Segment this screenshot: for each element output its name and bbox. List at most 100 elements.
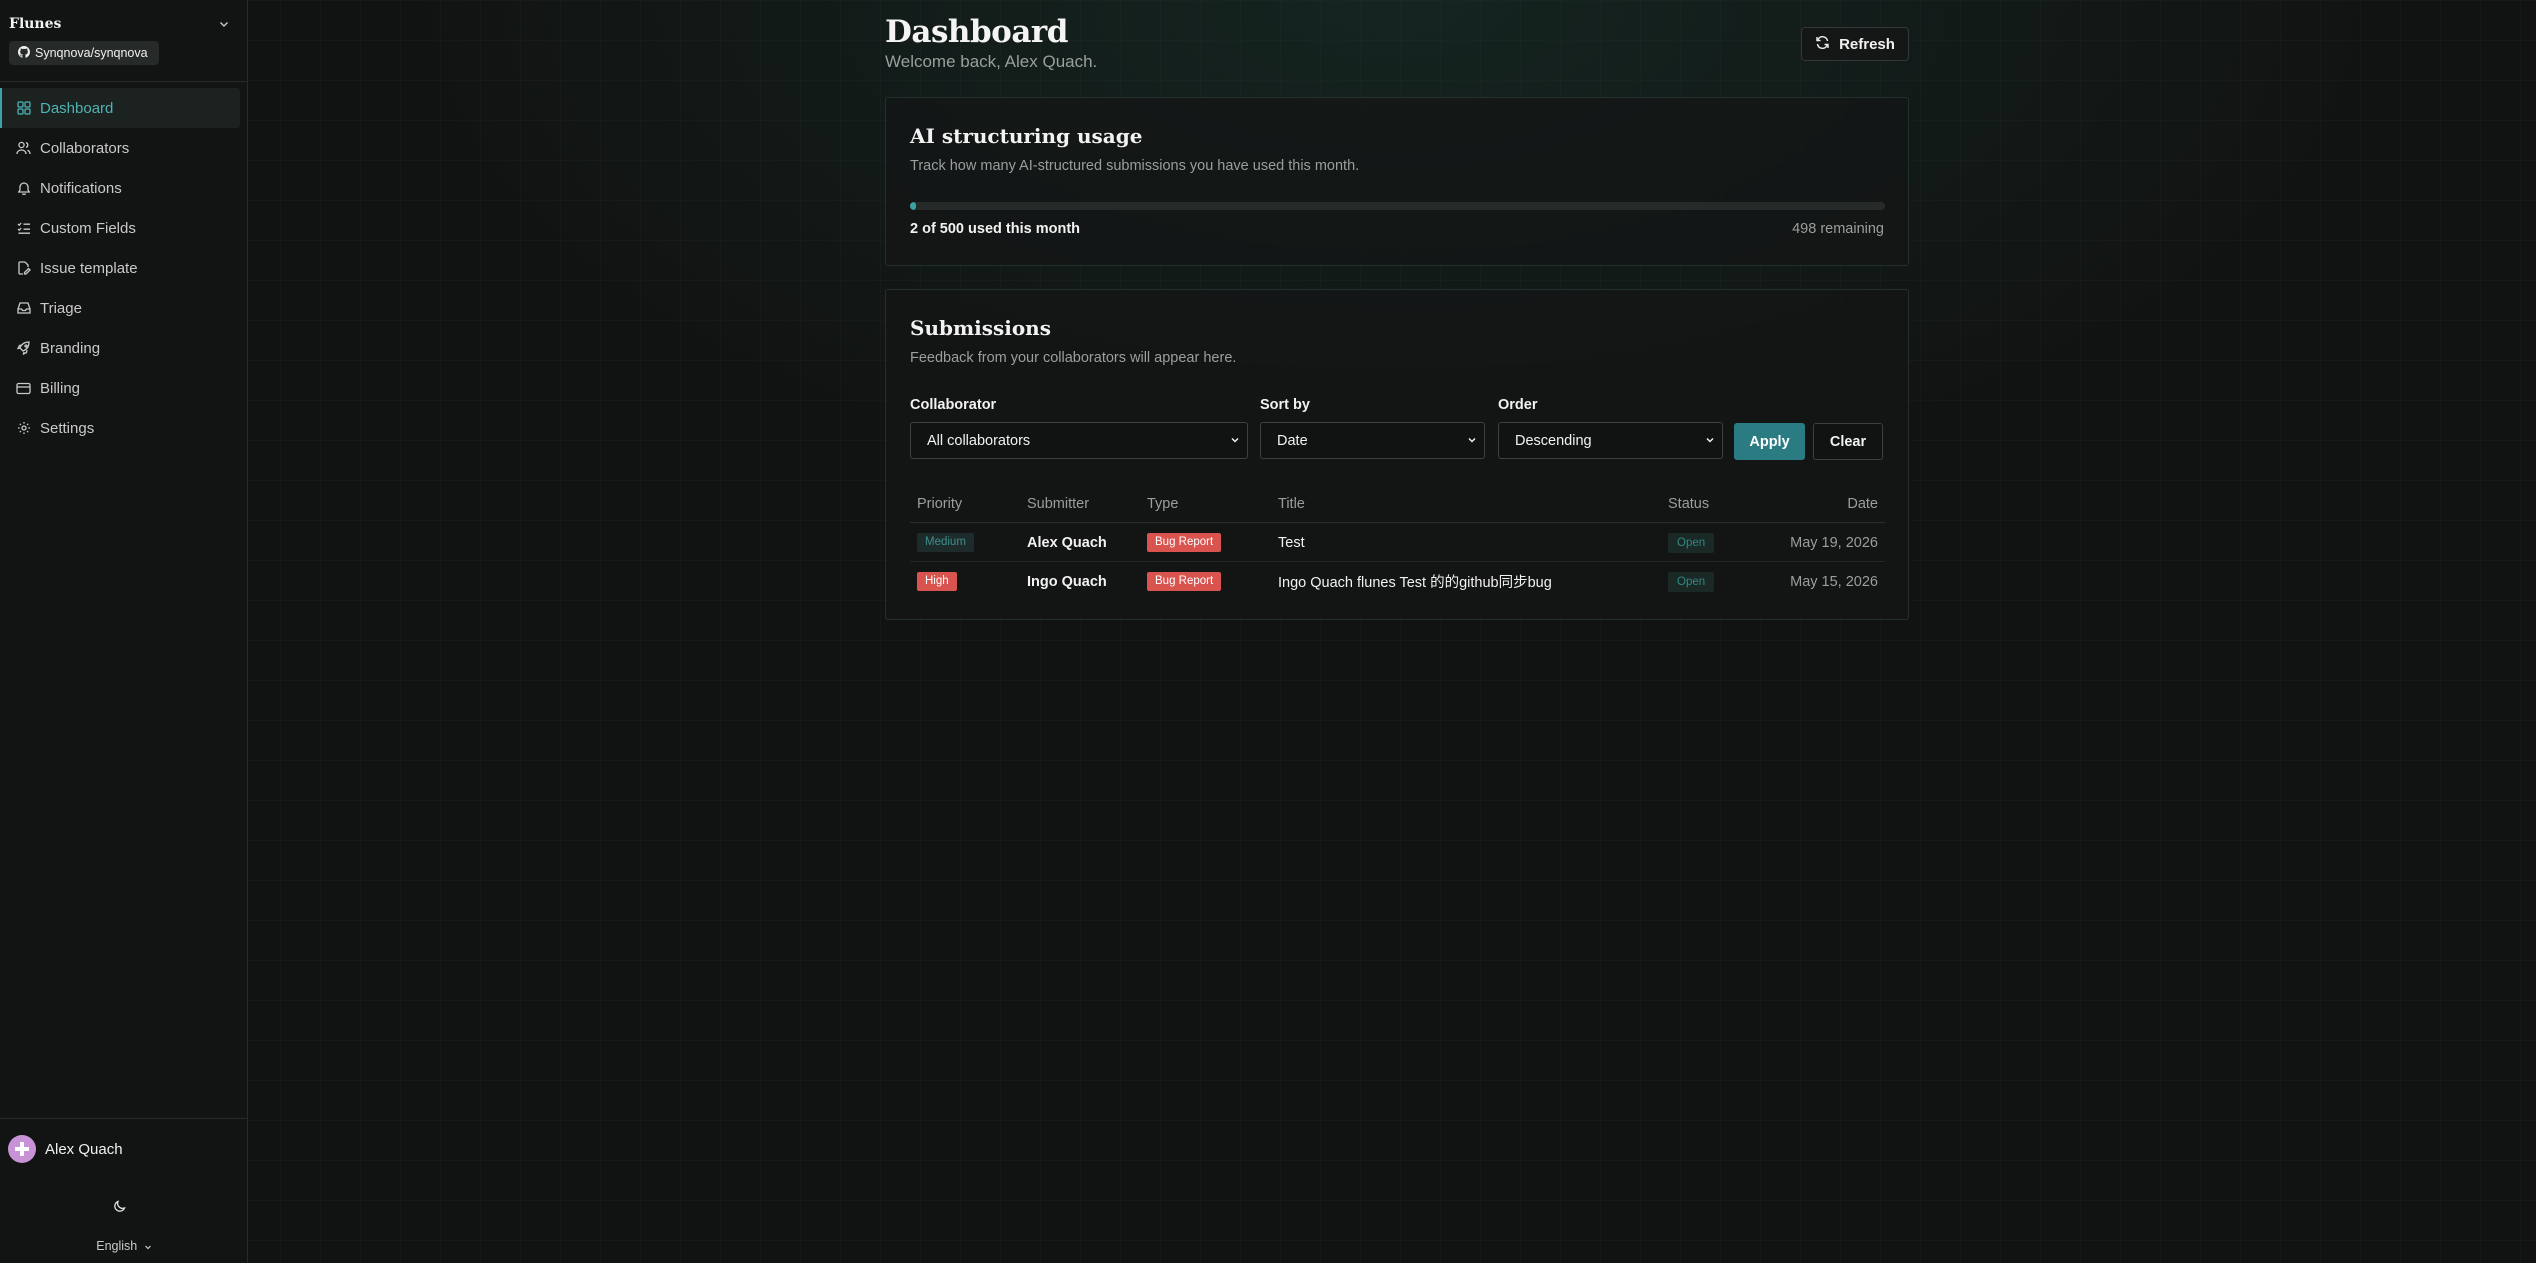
refresh-button[interactable]: Refresh	[1801, 27, 1909, 61]
submissions-description: Feedback from your collaborators will ap…	[910, 350, 1237, 366]
language-label: English	[96, 1239, 138, 1253]
sort-by-select[interactable]: Date	[1260, 422, 1485, 459]
column-header-priority: Priority	[917, 496, 963, 512]
column-header-date: Date	[1847, 496, 1878, 512]
sidebar-item-label: Settings	[40, 419, 95, 437]
inbox-icon	[16, 301, 31, 316]
sidebar-item-custom-fields[interactable]: Custom Fields	[0, 208, 240, 248]
priority-badge: High	[917, 571, 957, 592]
sort-by-select-value: Date	[1277, 432, 1308, 449]
apply-button[interactable]: Apply	[1734, 423, 1805, 460]
repo-badge[interactable]: Synqnova/synqnova	[9, 41, 159, 65]
user-menu[interactable]: Alex Quach	[8, 1135, 123, 1163]
github-icon	[18, 45, 30, 61]
list-checks-icon	[16, 221, 31, 236]
title-cell: Test	[1278, 534, 1305, 551]
chevron-down-icon	[144, 1240, 152, 1254]
brand-name: Flunes	[9, 16, 62, 32]
collaborator-select[interactable]: All collaborators	[910, 422, 1248, 459]
sidebar-item-label: Custom Fields	[40, 219, 136, 237]
language-selector[interactable]: English	[0, 1239, 248, 1254]
title-cell: Ingo Quach flunes Test 的的github同步bug	[1278, 575, 1552, 591]
sidebar-item-label: Branding	[40, 339, 101, 357]
sidebar-item-label: Triage	[40, 299, 82, 317]
chevron-down-icon	[1467, 433, 1477, 449]
chevron-down-icon	[1230, 433, 1240, 449]
submitter-cell: Ingo Quach	[1027, 573, 1107, 590]
submitter-cell: Alex Quach	[1027, 534, 1107, 551]
submissions-table: Priority Submitter Type Title Status Dat…	[910, 485, 1885, 601]
sidebar-item-notifications[interactable]: Notifications	[0, 168, 240, 208]
grid-icon	[16, 101, 31, 116]
chevron-down-icon[interactable]	[217, 17, 231, 31]
priority-cell: Medium	[917, 523, 974, 562]
type-cell: Bug Report	[1147, 523, 1222, 562]
divider	[0, 81, 248, 82]
rocket-icon	[16, 341, 31, 356]
sidebar-item-dashboard[interactable]: Dashboard	[0, 88, 240, 128]
column-header-type: Type	[1147, 496, 1179, 512]
order-select-value: Descending	[1515, 432, 1592, 449]
page-title: Dashboard	[885, 14, 1068, 50]
refresh-label: Refresh	[1839, 35, 1895, 53]
sidebar-item-label: Collaborators	[40, 139, 130, 157]
sidebar-item-label: Issue template	[40, 259, 138, 277]
usage-progress-fill	[910, 202, 916, 210]
sidebar: Flunes Synqnova/synqnova Dashboard Colla…	[0, 0, 248, 1263]
usage-description: Track how many AI-structured submissions…	[910, 158, 1360, 174]
order-label: Order	[1498, 397, 1538, 413]
file-edit-icon	[16, 261, 31, 276]
sidebar-item-label: Billing	[40, 379, 81, 397]
credit-card-icon	[16, 381, 31, 396]
type-cell: Bug Report	[1147, 562, 1222, 601]
sidebar-item-label: Dashboard	[40, 99, 114, 117]
submissions-title: Submissions	[910, 316, 1051, 340]
usage-title: AI structuring usage	[910, 124, 1143, 148]
usage-count: 2 of 500 used this month	[910, 221, 1080, 237]
status-badge: Open	[1668, 532, 1715, 553]
users-icon	[16, 141, 31, 156]
avatar	[8, 1135, 36, 1163]
repo-name: Synqnova/synqnova	[35, 46, 148, 60]
welcome-text: Welcome back, Alex Quach.	[885, 52, 1098, 71]
table-header: Priority Submitter Type Title Status Dat…	[910, 485, 1885, 523]
sidebar-item-issue-template[interactable]: Issue template	[0, 248, 240, 288]
collaborator-select-value: All collaborators	[927, 432, 1031, 449]
collaborator-filter-label: Collaborator	[910, 397, 997, 413]
order-select[interactable]: Descending	[1498, 422, 1723, 459]
sidebar-item-settings[interactable]: Settings	[0, 408, 240, 448]
column-header-submitter: Submitter	[1027, 496, 1090, 512]
sidebar-item-collaborators[interactable]: Collaborators	[0, 128, 240, 168]
type-badge: Bug Report	[1147, 571, 1222, 592]
user-name: Alex Quach	[45, 1140, 123, 1158]
column-header-status: Status	[1668, 496, 1710, 512]
table-row[interactable]: Medium Alex Quach Bug Report Test Open M…	[910, 523, 1885, 562]
type-badge: Bug Report	[1147, 532, 1222, 553]
usage-remaining: 498 remaining	[1792, 221, 1884, 237]
clear-button[interactable]: Clear	[1813, 423, 1883, 460]
refresh-icon	[1815, 35, 1830, 54]
sort-by-label: Sort by	[1260, 397, 1310, 413]
gear-icon	[16, 421, 31, 436]
sidebar-item-billing[interactable]: Billing	[0, 368, 240, 408]
usage-card: AI structuring usage Track how many AI-s…	[885, 97, 1909, 266]
sidebar-item-branding[interactable]: Branding	[0, 328, 240, 368]
moon-icon[interactable]	[111, 1197, 129, 1215]
priority-cell: High	[917, 562, 957, 601]
table-row[interactable]: High Ingo Quach Bug Report Ingo Quach fl…	[910, 562, 1885, 601]
submissions-card: Submissions Feedback from your collabora…	[885, 289, 1909, 620]
status-badge: Open	[1668, 571, 1715, 592]
sidebar-item-label: Notifications	[40, 179, 122, 197]
divider	[0, 1118, 248, 1119]
bell-icon	[16, 181, 31, 196]
sidebar-item-triage[interactable]: Triage	[0, 288, 240, 328]
usage-progress-bar	[910, 202, 1885, 210]
date-cell: May 15, 2026	[1790, 573, 1878, 590]
workspace-switcher[interactable]: Flunes	[9, 14, 231, 34]
sidebar-nav: Dashboard Collaborators Notifications Cu…	[0, 88, 248, 448]
priority-badge: Medium	[917, 532, 974, 553]
status-cell: Open	[1668, 523, 1715, 562]
date-cell: May 19, 2026	[1790, 534, 1878, 551]
column-header-title: Title	[1278, 496, 1305, 512]
chevron-down-icon	[1705, 433, 1715, 449]
